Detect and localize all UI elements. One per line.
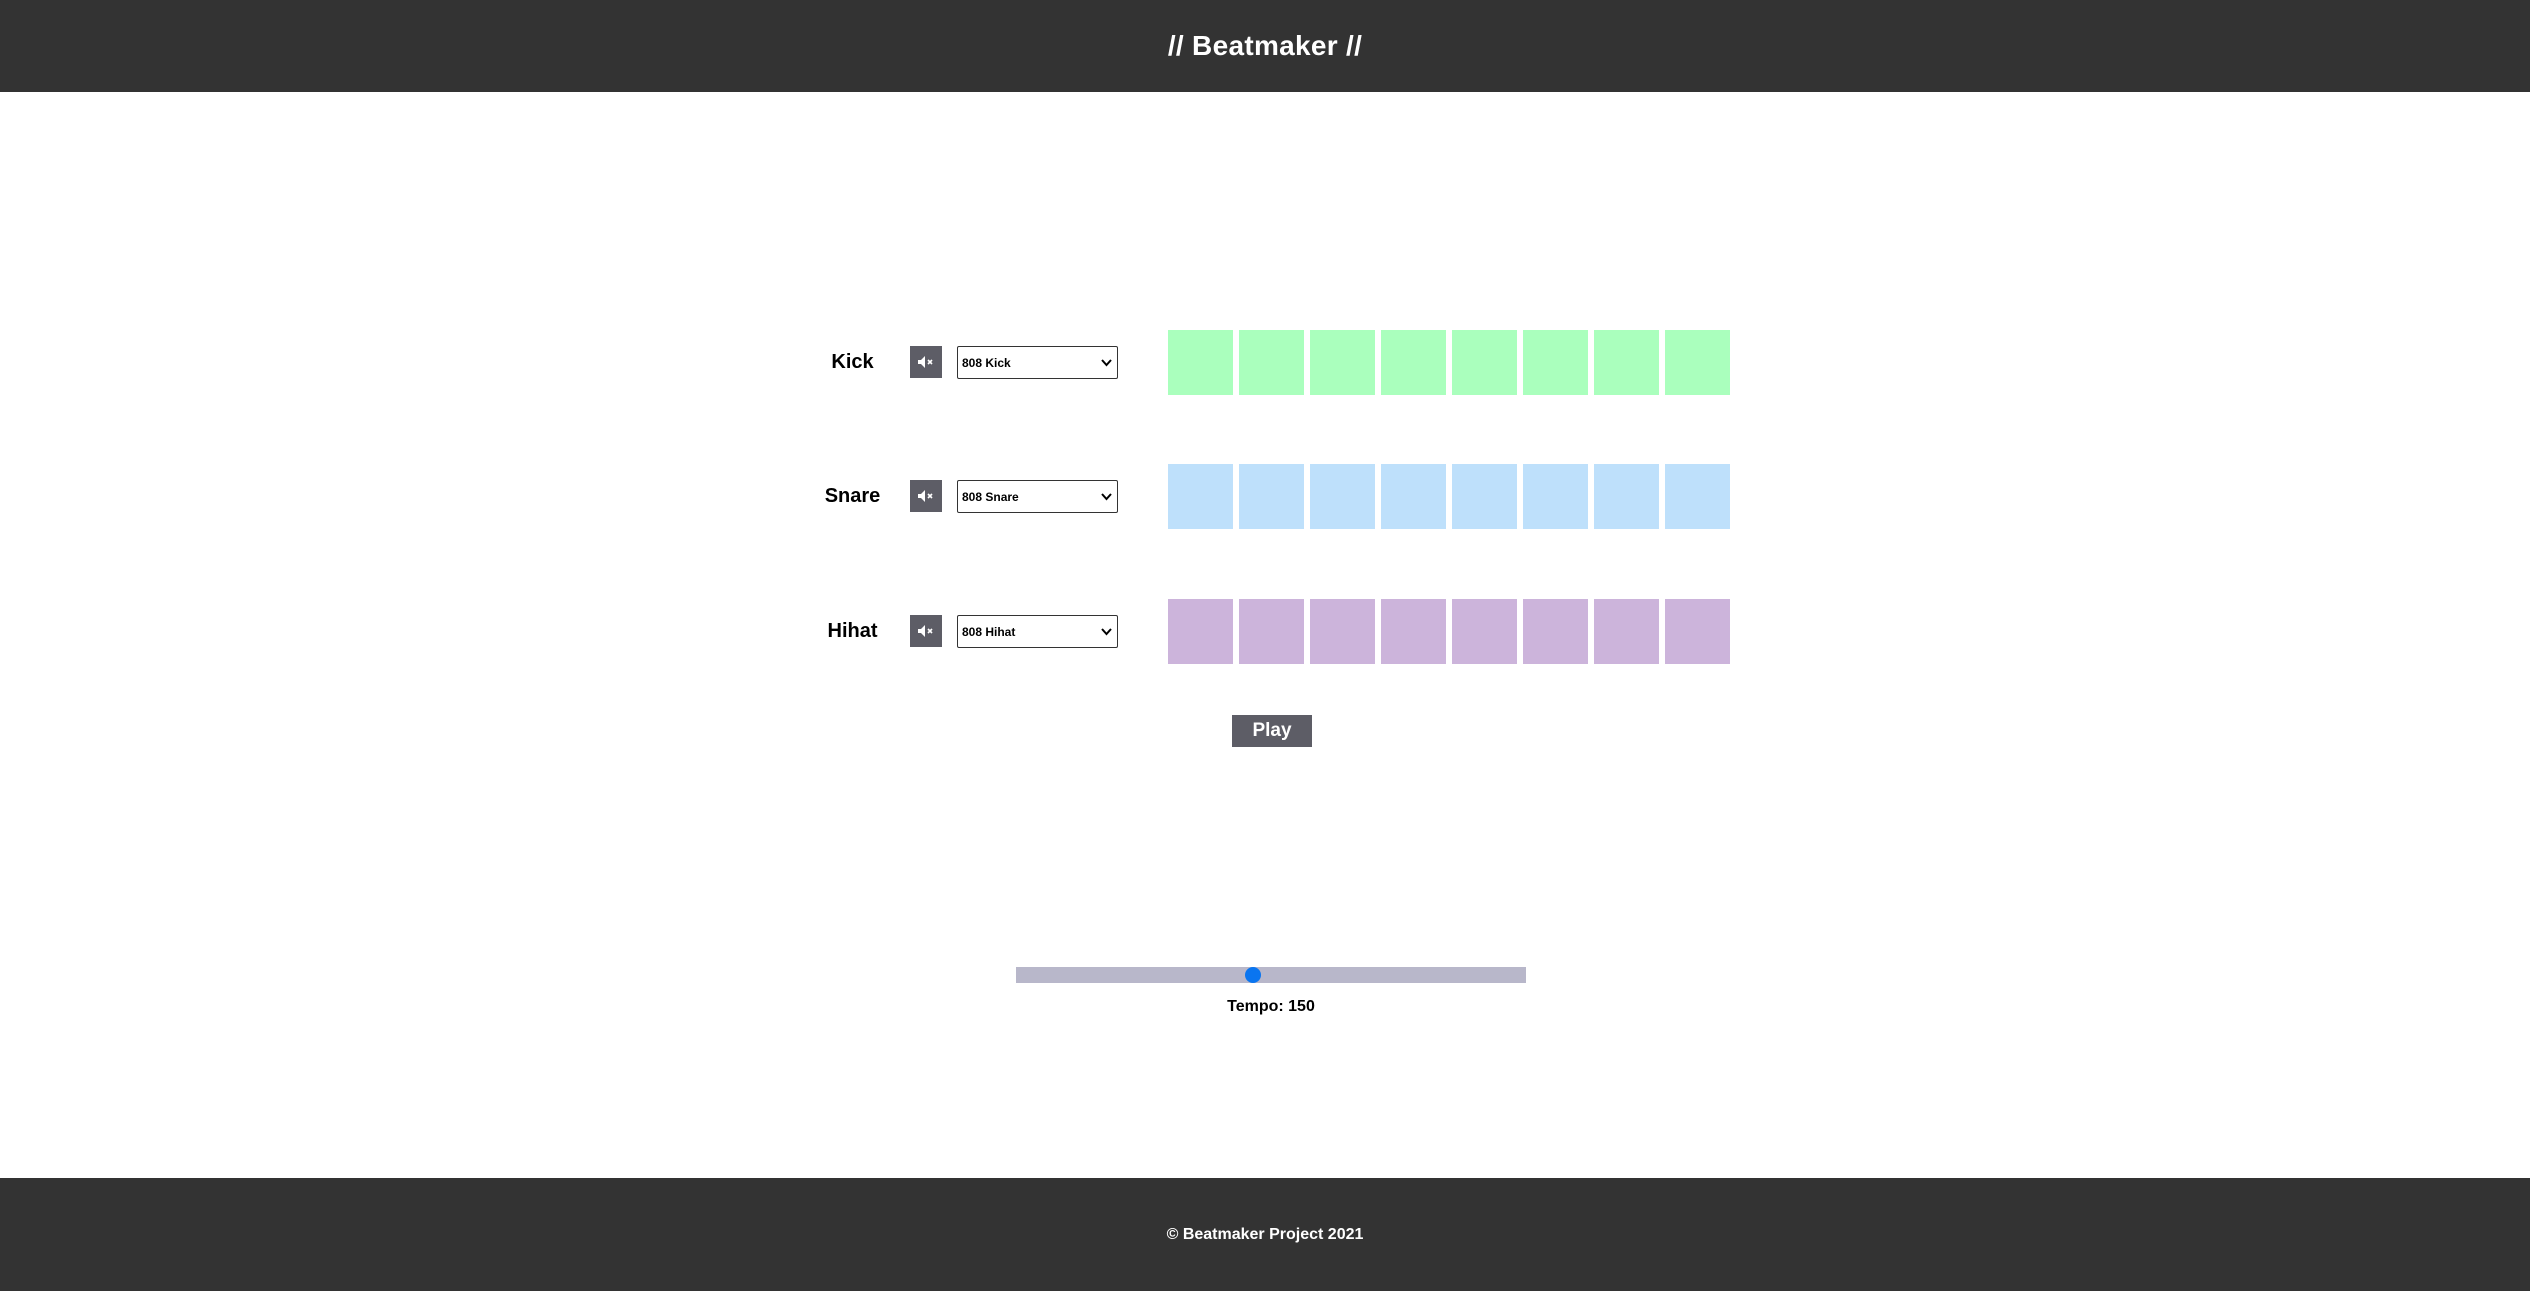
kick-sound-select[interactable]: 808 Kick [957, 346, 1118, 379]
hihat-pad[interactable] [1168, 599, 1233, 664]
kick-select-value: 808 Kick [962, 355, 1011, 370]
kick-pads [1168, 330, 1730, 395]
mute-speaker-icon [918, 356, 933, 368]
track-kick: Kick 808 Kick [810, 330, 1730, 395]
app-footer: © Beatmaker Project 2021 [0, 1178, 2530, 1291]
app-header: // Beatmaker // [0, 0, 2530, 92]
chevron-down-icon [1101, 359, 1112, 367]
snare-pad[interactable] [1665, 464, 1730, 529]
kick-pad[interactable] [1665, 330, 1730, 395]
hihat-pad[interactable] [1452, 599, 1517, 664]
hihat-pad[interactable] [1239, 599, 1304, 664]
mute-speaker-icon [918, 625, 933, 637]
track-hihat: Hihat 808 Hihat [810, 599, 1730, 664]
kick-pad[interactable] [1239, 330, 1304, 395]
kick-pad[interactable] [1452, 330, 1517, 395]
track-label: Hihat [827, 620, 878, 642]
tempo-slider[interactable] [1016, 967, 1526, 983]
kick-pad[interactable] [1523, 330, 1588, 395]
app-title: // Beatmaker // [1167, 30, 1363, 61]
footer-copyright: © Beatmaker Project 2021 [1166, 1225, 1364, 1243]
snare-pad[interactable] [1239, 464, 1304, 529]
hihat-pad[interactable] [1594, 599, 1659, 664]
track-snare: Snare 808 Snare [810, 464, 1730, 529]
snare-pad[interactable] [1452, 464, 1517, 529]
track-label: Snare [824, 485, 881, 507]
hihat-sound-select[interactable]: 808 Hihat [957, 615, 1118, 648]
beatmaker-app: // Beatmaker // Kick 808 Kick Snare 808 … [0, 0, 2530, 1291]
kick-pad[interactable] [1594, 330, 1659, 395]
hihat-pad[interactable] [1523, 599, 1588, 664]
kick-pad[interactable] [1310, 330, 1375, 395]
hihat-pad[interactable] [1310, 599, 1375, 664]
track-label: Kick [831, 351, 874, 373]
snare-pads [1168, 464, 1730, 529]
snare-mute-button[interactable] [910, 480, 942, 512]
tempo-label: Tempo: 150 [1227, 998, 1315, 1015]
mute-speaker-icon [918, 490, 933, 502]
snare-select-value: 808 Snare [962, 489, 1019, 504]
snare-pad[interactable] [1523, 464, 1588, 529]
hihat-mute-button[interactable] [910, 615, 942, 647]
snare-sound-select[interactable]: 808 Snare [957, 480, 1118, 513]
snare-pad[interactable] [1310, 464, 1375, 529]
hihat-pads [1168, 599, 1730, 664]
play-button[interactable]: Play [1232, 715, 1312, 747]
slider-thumb[interactable] [1245, 967, 1262, 983]
chevron-down-icon [1101, 493, 1112, 501]
hihat-pad[interactable] [1381, 599, 1446, 664]
kick-pad[interactable] [1168, 330, 1233, 395]
chevron-down-icon [1101, 628, 1112, 636]
kick-pad[interactable] [1381, 330, 1446, 395]
snare-pad[interactable] [1381, 464, 1446, 529]
hihat-select-value: 808 Hihat [962, 624, 1016, 639]
snare-pad[interactable] [1168, 464, 1233, 529]
hihat-pad[interactable] [1665, 599, 1730, 664]
kick-mute-button[interactable] [910, 346, 942, 378]
snare-pad[interactable] [1594, 464, 1659, 529]
